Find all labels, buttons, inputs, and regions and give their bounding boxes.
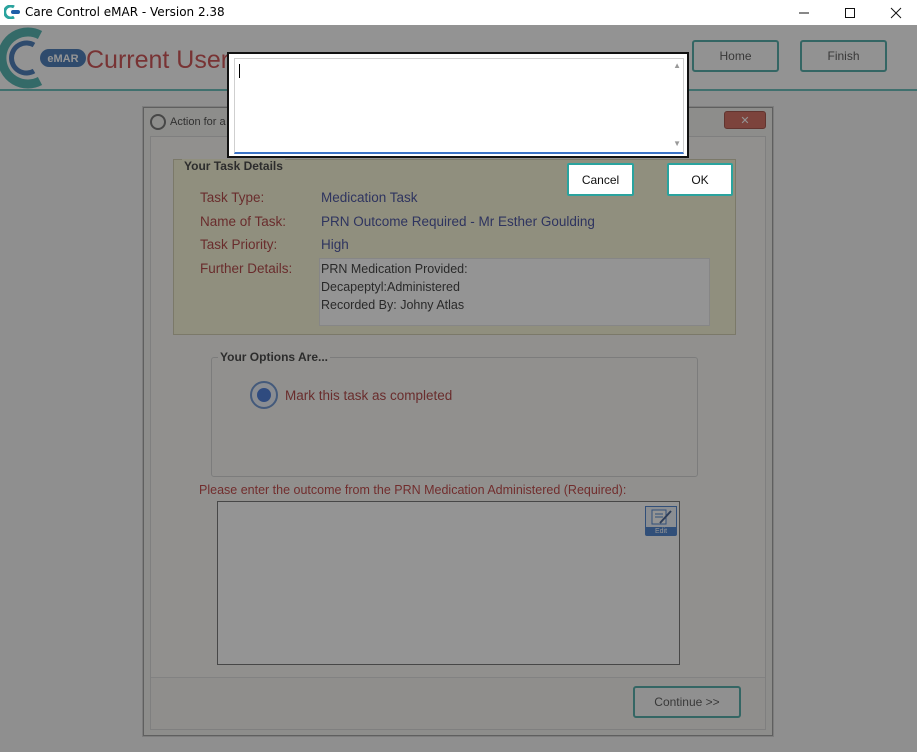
options-legend: Your Options Are... (218, 350, 331, 364)
dialog-close-button[interactable]: ✕ (724, 111, 766, 129)
dialog-body: Your Task Details Task Type: Medication … (150, 136, 766, 730)
text-input-popup: ▲ ▼ (227, 52, 689, 158)
pencil-icon (651, 509, 672, 525)
window-title: Care Control eMAR - Version 2.38 (25, 5, 225, 19)
task-name-label: Name of Task: (200, 214, 287, 229)
close-icon (890, 7, 902, 18)
mark-completed-label[interactable]: Mark this task as completed (285, 388, 452, 403)
logo-text: eMAR (47, 53, 78, 65)
task-priority-value: High (321, 237, 349, 252)
cancel-button[interactable]: Cancel (567, 163, 634, 196)
dialog-title: Action for a (170, 116, 226, 128)
further-details-box: PRN Medication Provided: Decapeptyl:Admi… (319, 258, 710, 326)
task-details-group: Your Task Details Task Type: Medication … (173, 159, 736, 335)
task-priority-label: Task Priority: (200, 237, 278, 252)
edit-icon[interactable]: Edit (645, 506, 677, 536)
further-details-line: PRN Medication Provided: (321, 262, 468, 276)
further-details-label: Further Details: (200, 261, 293, 276)
current-user-label: Current User (86, 46, 230, 74)
maximize-button[interactable] (827, 0, 873, 25)
maximize-icon (845, 7, 855, 18)
app-logo-icon (4, 5, 20, 19)
close-icon: ✕ (740, 114, 750, 127)
task-name-value: PRN Outcome Required - Mr Esther Gouldin… (321, 214, 595, 229)
task-details-legend: Your Task Details (182, 159, 285, 173)
further-details-line: Decapeptyl:Administered (321, 280, 460, 294)
further-details-line: Recorded By: Johny Atlas (321, 298, 465, 312)
dialog-app-icon (150, 114, 166, 130)
task-action-dialog: Action for a ✕ Your Task Details Task Ty… (143, 107, 773, 736)
minimize-button[interactable] (781, 0, 827, 25)
radio-selected-dot (257, 388, 271, 402)
popup-text-input[interactable]: ▲ ▼ (234, 58, 684, 154)
edit-icon-caption: Edit (654, 528, 668, 535)
scroll-up-arrow-icon[interactable]: ▲ (673, 61, 681, 70)
finish-button[interactable]: Finish (800, 40, 887, 72)
ok-button[interactable]: OK (667, 163, 733, 196)
home-button[interactable]: Home (692, 40, 779, 72)
continue-button[interactable]: Continue >> (633, 686, 741, 718)
edit-pad-icon (645, 506, 677, 528)
text-caret (239, 64, 240, 78)
dialog-footer: Continue >> (151, 677, 765, 729)
title-bar: Care Control eMAR - Version 2.38 (0, 0, 917, 25)
app-window: Care Control eMAR - Version 2.38 eMAR Cu… (0, 0, 917, 752)
scroll-down-arrow-icon[interactable]: ▼ (673, 139, 681, 148)
outcome-textbox[interactable]: Edit (217, 501, 680, 665)
options-group: Your Options Are... Mark this task as co… (211, 350, 698, 477)
task-type-label: Task Type: (200, 190, 265, 205)
minimize-icon (799, 12, 809, 13)
mark-completed-radio[interactable] (250, 381, 278, 409)
care-control-logo: eMAR (0, 27, 86, 89)
close-window-button[interactable] (873, 0, 917, 25)
task-type-value: Medication Task (321, 190, 418, 205)
outcome-prompt: Please enter the outcome from the PRN Me… (199, 483, 627, 497)
